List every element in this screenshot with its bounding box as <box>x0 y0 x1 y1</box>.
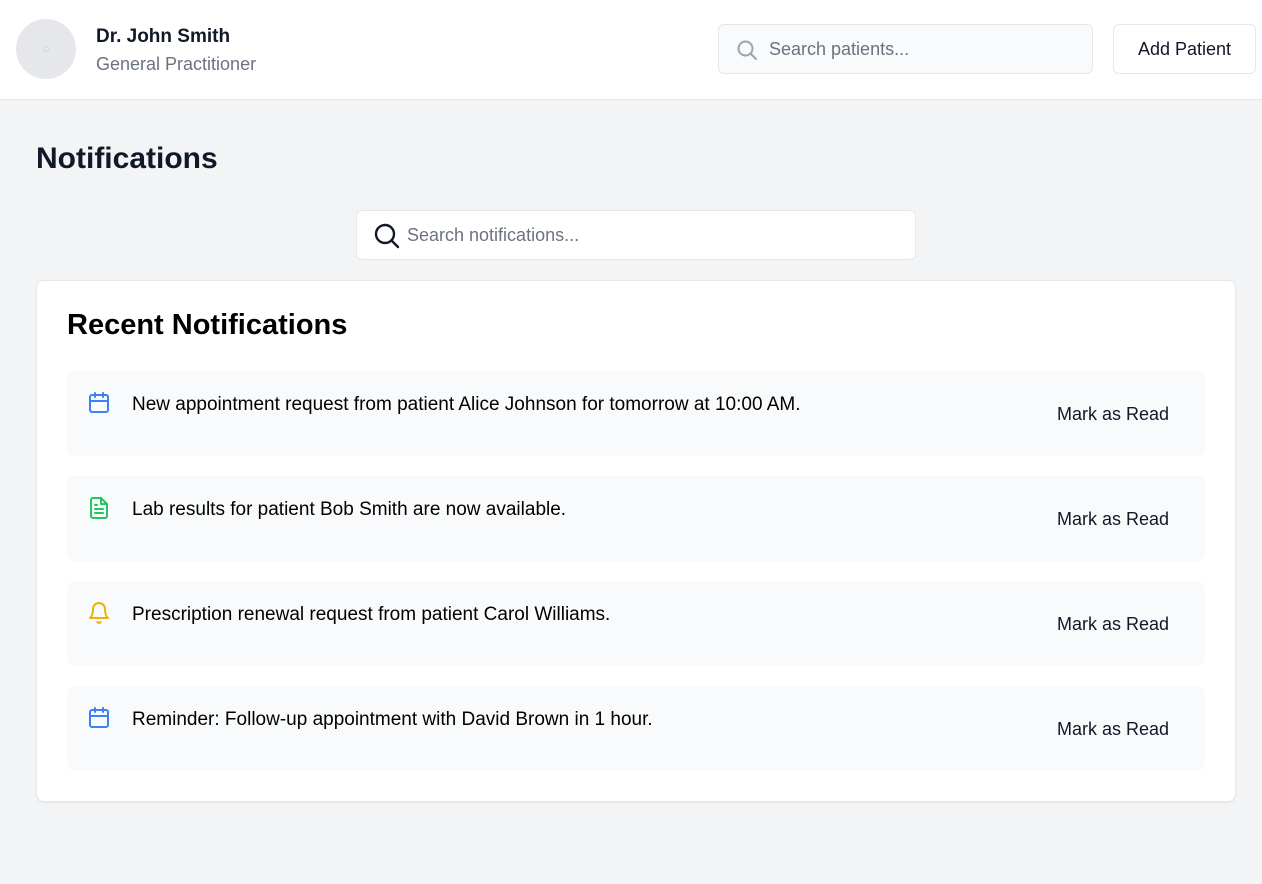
notification-message: Lab results for patient Bob Smith are no… <box>132 499 567 520</box>
notification-item: Lab results for patient Bob Smith are no… <box>67 476 1205 561</box>
calendar-icon <box>89 392 109 413</box>
notification-message: Reminder: Follow-up appointment with Dav… <box>132 709 653 730</box>
notification-search-input[interactable] <box>407 211 907 259</box>
recent-notifications-card: Recent Notifications New appointment req… <box>36 280 1236 802</box>
top-header: Dr. John Smith General Practitioner Add … <box>0 0 1262 100</box>
calendar-icon <box>89 707 109 728</box>
document-icon <box>90 497 108 519</box>
add-patient-button[interactable]: Add Patient <box>1113 24 1256 74</box>
patient-search-box <box>718 24 1093 74</box>
doctor-name: Dr. John Smith <box>96 26 231 47</box>
avatar-placeholder-icon <box>43 46 49 52</box>
bell-icon <box>89 602 109 624</box>
search-icon <box>737 40 757 60</box>
mark-as-read-button[interactable]: Mark as Read <box>1041 712 1185 746</box>
notification-message: Prescription renewal request from patien… <box>132 604 611 625</box>
notification-search-box <box>356 210 916 260</box>
notification-list: New appointment request from patient Ali… <box>67 371 1205 791</box>
mark-as-read-button[interactable]: Mark as Read <box>1041 397 1185 431</box>
mark-as-read-button[interactable]: Mark as Read <box>1041 607 1185 641</box>
patient-search-input[interactable] <box>769 25 1084 73</box>
avatar[interactable] <box>16 19 76 79</box>
card-title: Recent Notifications <box>67 309 348 341</box>
mark-as-read-button[interactable]: Mark as Read <box>1041 502 1185 536</box>
notification-item: Reminder: Follow-up appointment with Dav… <box>67 686 1205 771</box>
page-title: Notifications <box>36 142 218 175</box>
notification-message: New appointment request from patient Ali… <box>132 394 801 415</box>
notification-item: Prescription renewal request from patien… <box>67 581 1205 666</box>
notification-item: New appointment request from patient Ali… <box>67 371 1205 456</box>
search-icon <box>374 223 400 249</box>
doctor-role: General Practitioner <box>96 54 257 74</box>
